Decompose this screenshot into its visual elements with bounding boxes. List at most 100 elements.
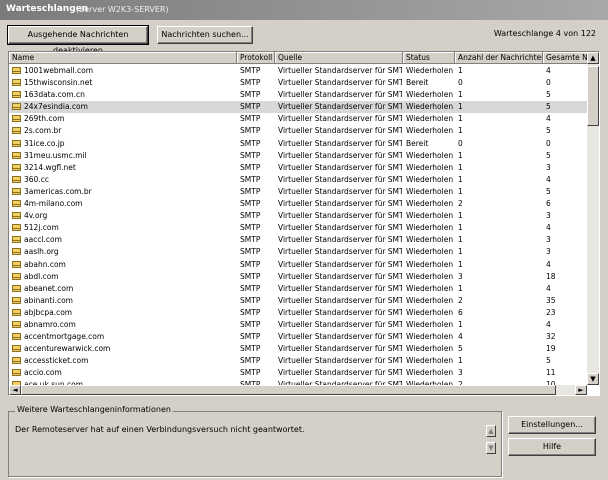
cell-count: 6 <box>458 307 463 317</box>
mail-queue-icon <box>12 260 21 268</box>
column-header-source[interactable]: Quelle <box>275 52 403 64</box>
table-row[interactable]: abahn.com SMTP Virtueller Standardserver f… <box>9 259 592 271</box>
queue-count: Warteschlange 4 von 122 <box>493 29 596 38</box>
cell-name: 360.cc <box>24 174 49 184</box>
mail-queue-icon <box>12 127 21 135</box>
table-row[interactable]: abinanti.com SMTP Virtueller Standardserve… <box>9 295 592 307</box>
horizontal-scroll-thumb[interactable] <box>21 385 556 395</box>
cell-status: Wiederholen <box>406 247 454 257</box>
mail-queue-icon <box>12 163 21 171</box>
cell-status: Wiederholen <box>406 271 454 281</box>
cell-name: 4v.org <box>24 211 48 221</box>
settings-button[interactable]: Einstellungen... <box>508 416 596 434</box>
cell-name: abdl.com <box>24 271 59 281</box>
table-row[interactable]: 4v.org SMTP Virtueller Standardserver für … <box>9 210 592 222</box>
cell-total: 5 <box>546 356 551 366</box>
scroll-up-icon[interactable]: ▲ <box>587 52 599 64</box>
column-header-status[interactable]: Status <box>403 52 455 64</box>
cell-source: Virtueller Standardserver für SMTP <box>278 174 402 184</box>
table-row[interactable]: abjbcpa.com SMTP Virtueller Standardserver… <box>9 307 592 319</box>
mail-queue-icon <box>12 272 21 280</box>
table-row[interactable]: 3214.wgfl.net SMTP Virtueller Standardserv… <box>9 162 592 174</box>
table-row[interactable]: accio.com SMTP Virtueller Standardserver f… <box>9 367 592 379</box>
cell-total: 4 <box>546 174 551 184</box>
cell-status: Wiederholen <box>406 332 454 342</box>
queue-info-message: Der Remoteserver hat auf einen Verbindun… <box>15 425 305 434</box>
table-row[interactable]: 2s.com.br SMTP Virtueller Standardserver f… <box>9 125 592 137</box>
table-row[interactable]: aaslh.org SMTP Virtueller Standardserver f… <box>9 246 592 258</box>
cell-count: 0 <box>458 138 463 148</box>
cell-status: Wiederholen <box>406 307 454 317</box>
column-header-total[interactable]: Gesamte Na <box>543 52 592 64</box>
cell-protocol: SMTP <box>240 174 261 184</box>
table-row[interactable]: abeanet.com SMTP Virtueller Standardserver… <box>9 283 592 295</box>
table-row[interactable]: 360.cc SMTP Virtueller Standardserver für … <box>9 174 592 186</box>
cell-count: 0 <box>458 78 463 88</box>
scroll-right-icon[interactable]: ► <box>575 385 587 395</box>
mail-queue-icon <box>12 187 21 195</box>
column-header-count[interactable]: Anzahl der Nachrichten <box>455 52 543 64</box>
cell-name: 512j.com <box>24 223 59 233</box>
cell-protocol: SMTP <box>240 78 261 88</box>
disable-outgoing-button[interactable]: Ausgehende Nachrichten deaktivieren <box>7 25 149 55</box>
cell-name: 31ice.co.jp <box>24 138 65 148</box>
horizontal-scrollbar[interactable]: ◄ ► <box>9 385 587 395</box>
mail-queue-icon <box>12 139 21 147</box>
table-row[interactable]: 4m-milano.com SMTP Virtueller Standardserv… <box>9 198 592 210</box>
table-row[interactable]: 163data.com.cn SMTP Virtueller Standardser… <box>9 89 592 101</box>
cell-name: 3214.wgfl.net <box>24 162 76 172</box>
cell-count: 3 <box>458 368 463 378</box>
table-row[interactable]: 269th.com SMTP Virtueller Standardserver f… <box>9 113 592 125</box>
cell-name: 31meu.usmc.mil <box>24 150 87 160</box>
table-row[interactable]: abdl.com SMTP Virtueller Standardserver fü… <box>9 271 592 283</box>
info-scroll-down-icon[interactable]: ▼ <box>486 442 496 454</box>
cell-status: Wiederholen <box>406 319 454 329</box>
cell-status: Wiederholen <box>406 211 454 221</box>
cell-name: accentmortgage.com <box>24 332 105 342</box>
table-row[interactable]: 3americas.com.br SMTP Virtueller Standards… <box>9 186 592 198</box>
cell-total: 18 <box>546 271 556 281</box>
column-header-name[interactable]: Name <box>9 52 237 64</box>
table-row[interactable]: 31meu.usmc.mil SMTP Virtueller Standardser… <box>9 150 592 162</box>
cell-status: Wiederholen <box>406 356 454 366</box>
table-row[interactable]: 512j.com SMTP Virtueller Standardserver fü… <box>9 222 592 234</box>
vertical-scroll-thumb[interactable] <box>587 66 599 126</box>
cell-name: 4m-milano.com <box>24 199 83 209</box>
info-scroll-up-icon[interactable]: ▲ <box>486 425 496 437</box>
cell-protocol: SMTP <box>240 259 261 269</box>
cell-name: accessticket.com <box>24 356 89 366</box>
vertical-scrollbar[interactable]: ▲ ▼ <box>587 52 599 385</box>
table-row[interactable]: accenturewarwick.com SMTP Virtueller Stand… <box>9 343 592 355</box>
cell-source: Virtueller Standardserver für SMTP <box>278 368 402 378</box>
find-messages-button[interactable]: Nachrichten suchen... <box>157 26 253 44</box>
table-row[interactable]: 15thwisconsin.net SMTP Virtueller Standard… <box>9 77 592 89</box>
mail-queue-icon <box>12 333 21 341</box>
queue-list[interactable]: Name Protokoll Quelle Status Anzahl der … <box>8 51 600 396</box>
scroll-down-icon[interactable]: ▼ <box>587 373 599 385</box>
table-row[interactable]: aaccl.com SMTP Virtueller Standardserver f… <box>9 234 592 246</box>
cell-status: Wiederholen <box>406 368 454 378</box>
cell-protocol: SMTP <box>240 356 261 366</box>
cell-protocol: SMTP <box>240 283 261 293</box>
help-button[interactable]: Hilfe <box>508 438 596 456</box>
table-row[interactable]: accentmortgage.com SMTP Virtueller Standar… <box>9 331 592 343</box>
column-header-protocol[interactable]: Protokoll <box>237 52 275 64</box>
table-row[interactable]: abnamro.com SMTP Virtueller Standardserver… <box>9 319 592 331</box>
scroll-left-icon[interactable]: ◄ <box>9 385 21 395</box>
cell-total: 4 <box>546 114 551 124</box>
table-row[interactable]: accessticket.com SMTP Virtueller Standards… <box>9 355 592 367</box>
table-row[interactable]: 31ice.co.jp SMTP Virtueller Standardserver… <box>9 138 592 150</box>
cell-total: 5 <box>546 150 551 160</box>
cell-count: 1 <box>458 126 463 136</box>
cell-total: 4 <box>546 66 551 75</box>
table-row[interactable]: 24x7esindia.com SMTP Virtueller Standardse… <box>9 101 592 114</box>
cell-protocol: SMTP <box>240 150 261 160</box>
cell-source: Virtueller Standardserver für SMTP <box>278 186 402 196</box>
cell-total: 0 <box>546 138 551 148</box>
cell-name: 15thwisconsin.net <box>24 78 93 88</box>
table-row[interactable]: 1001webmall.com SMTP Virtueller Standardse… <box>9 65 592 77</box>
mail-queue-icon <box>12 357 21 365</box>
cell-total: 3 <box>546 211 551 221</box>
cell-protocol: SMTP <box>240 126 261 136</box>
cell-status: Wiederholen <box>406 344 454 354</box>
